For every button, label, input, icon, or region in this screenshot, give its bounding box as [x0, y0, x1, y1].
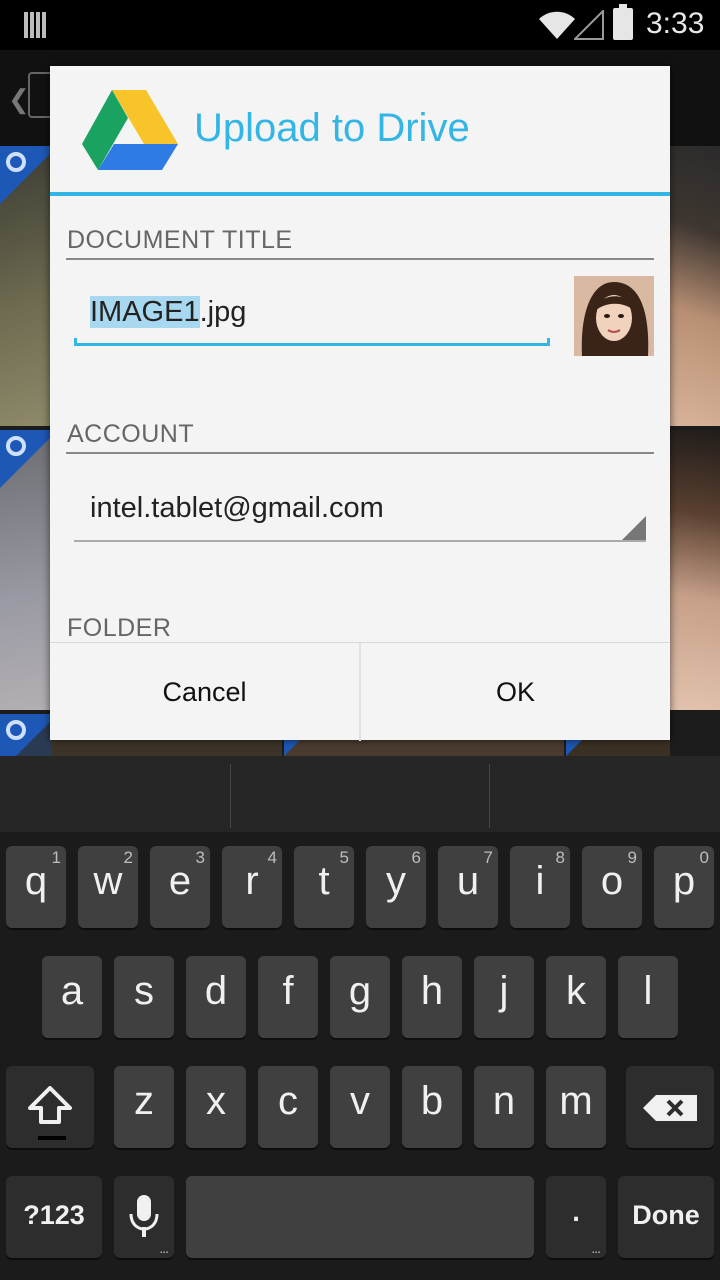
key-e[interactable]: e3 [150, 846, 210, 928]
key-g[interactable]: g [330, 956, 390, 1038]
input-underline [74, 338, 550, 346]
key-s[interactable]: s [114, 956, 174, 1038]
clock: 3:33 [646, 7, 705, 40]
gallery-photo [0, 430, 52, 710]
notification-icon [24, 12, 48, 38]
google-drive-icon [82, 90, 178, 170]
gallery-photo [670, 430, 720, 710]
key-q[interactable]: q1 [6, 846, 66, 928]
filename-extension: .jpg [199, 296, 247, 328]
key-u[interactable]: u7 [438, 846, 498, 928]
dialog-button-bar: Cancel OK [50, 642, 670, 741]
cancel-button[interactable]: Cancel [50, 643, 359, 741]
symbols-key[interactable]: ?123 [6, 1176, 102, 1258]
status-bar: 3:33 [0, 0, 720, 50]
dialog-header: Upload to Drive [50, 66, 670, 196]
account-dropdown[interactable]: intel.tablet@gmail.com [74, 478, 646, 542]
wifi-icon [539, 11, 575, 39]
signal-icon [574, 10, 604, 40]
suggestion-strip [0, 756, 720, 832]
gallery-photo [670, 146, 720, 426]
document-title-value: IMAGE1.jpg [90, 296, 246, 329]
selected-text: IMAGE1 [90, 296, 200, 328]
key-l[interactable]: l [618, 956, 678, 1038]
document-title-input[interactable]: IMAGE1.jpg [74, 288, 550, 346]
document-title-label: DOCUMENT TITLE [67, 226, 293, 254]
soft-keyboard: q1 w2 e3 r4 t5 y6 u7 i8 o9 p0 a s d f g … [0, 756, 720, 1280]
camera-icon [6, 152, 26, 172]
key-w[interactable]: w2 [78, 846, 138, 928]
account-value: intel.tablet@gmail.com [90, 492, 384, 524]
microphone-icon [129, 1195, 159, 1237]
key-h[interactable]: h [402, 956, 462, 1038]
account-label: ACCOUNT [67, 420, 195, 448]
backspace-key[interactable] [626, 1066, 714, 1148]
key-d[interactable]: d [186, 956, 246, 1038]
key-r[interactable]: r4 [222, 846, 282, 928]
dropdown-underline [74, 540, 646, 542]
camera-icon [6, 720, 26, 740]
key-n[interactable]: n [474, 1066, 534, 1148]
key-j[interactable]: j [474, 956, 534, 1038]
key-i[interactable]: i8 [510, 846, 570, 928]
section-divider [66, 452, 654, 454]
image-thumbnail [574, 276, 654, 356]
battery-icon [613, 4, 633, 40]
key-c[interactable]: c [258, 1066, 318, 1148]
gallery-photo [284, 740, 564, 756]
shift-indicator [38, 1136, 66, 1140]
section-divider [66, 258, 654, 260]
done-key[interactable]: Done [618, 1176, 714, 1258]
backspace-icon [643, 1095, 697, 1121]
shift-key[interactable] [6, 1066, 94, 1148]
folder-label: FOLDER [67, 614, 172, 642]
gallery-photo [52, 740, 282, 756]
key-b[interactable]: b [402, 1066, 462, 1148]
suggestion-divider [489, 764, 490, 828]
gallery-photo [0, 714, 52, 756]
key-z[interactable]: z [114, 1066, 174, 1148]
key-o[interactable]: o9 [582, 846, 642, 928]
suggestion-divider [230, 764, 231, 828]
space-key[interactable] [186, 1176, 534, 1258]
title-divider [50, 192, 670, 196]
key-x[interactable]: x [186, 1066, 246, 1148]
ok-button[interactable]: OK [361, 643, 670, 741]
shift-icon [28, 1086, 72, 1124]
key-a[interactable]: a [42, 956, 102, 1038]
key-k[interactable]: k [546, 956, 606, 1038]
gallery-photo [566, 740, 670, 756]
key-m[interactable]: m [546, 1066, 606, 1148]
key-t[interactable]: t5 [294, 846, 354, 928]
camera-icon [6, 436, 26, 456]
gallery-photo [0, 146, 52, 426]
period-key[interactable]: .... [546, 1176, 606, 1258]
dialog-title: Upload to Drive [194, 106, 470, 150]
key-f[interactable]: f [258, 956, 318, 1038]
voice-input-key[interactable]: ... [114, 1176, 174, 1258]
photo-badge [566, 740, 582, 756]
photo-badge [284, 740, 300, 756]
back-icon: ❮ [8, 84, 30, 114]
key-y[interactable]: y6 [366, 846, 426, 928]
dropdown-arrow-icon [622, 516, 646, 540]
upload-dialog: Upload to Drive DOCUMENT TITLE IMAGE1.jp… [50, 66, 670, 741]
key-p[interactable]: p0 [654, 846, 714, 928]
key-v[interactable]: v [330, 1066, 390, 1148]
